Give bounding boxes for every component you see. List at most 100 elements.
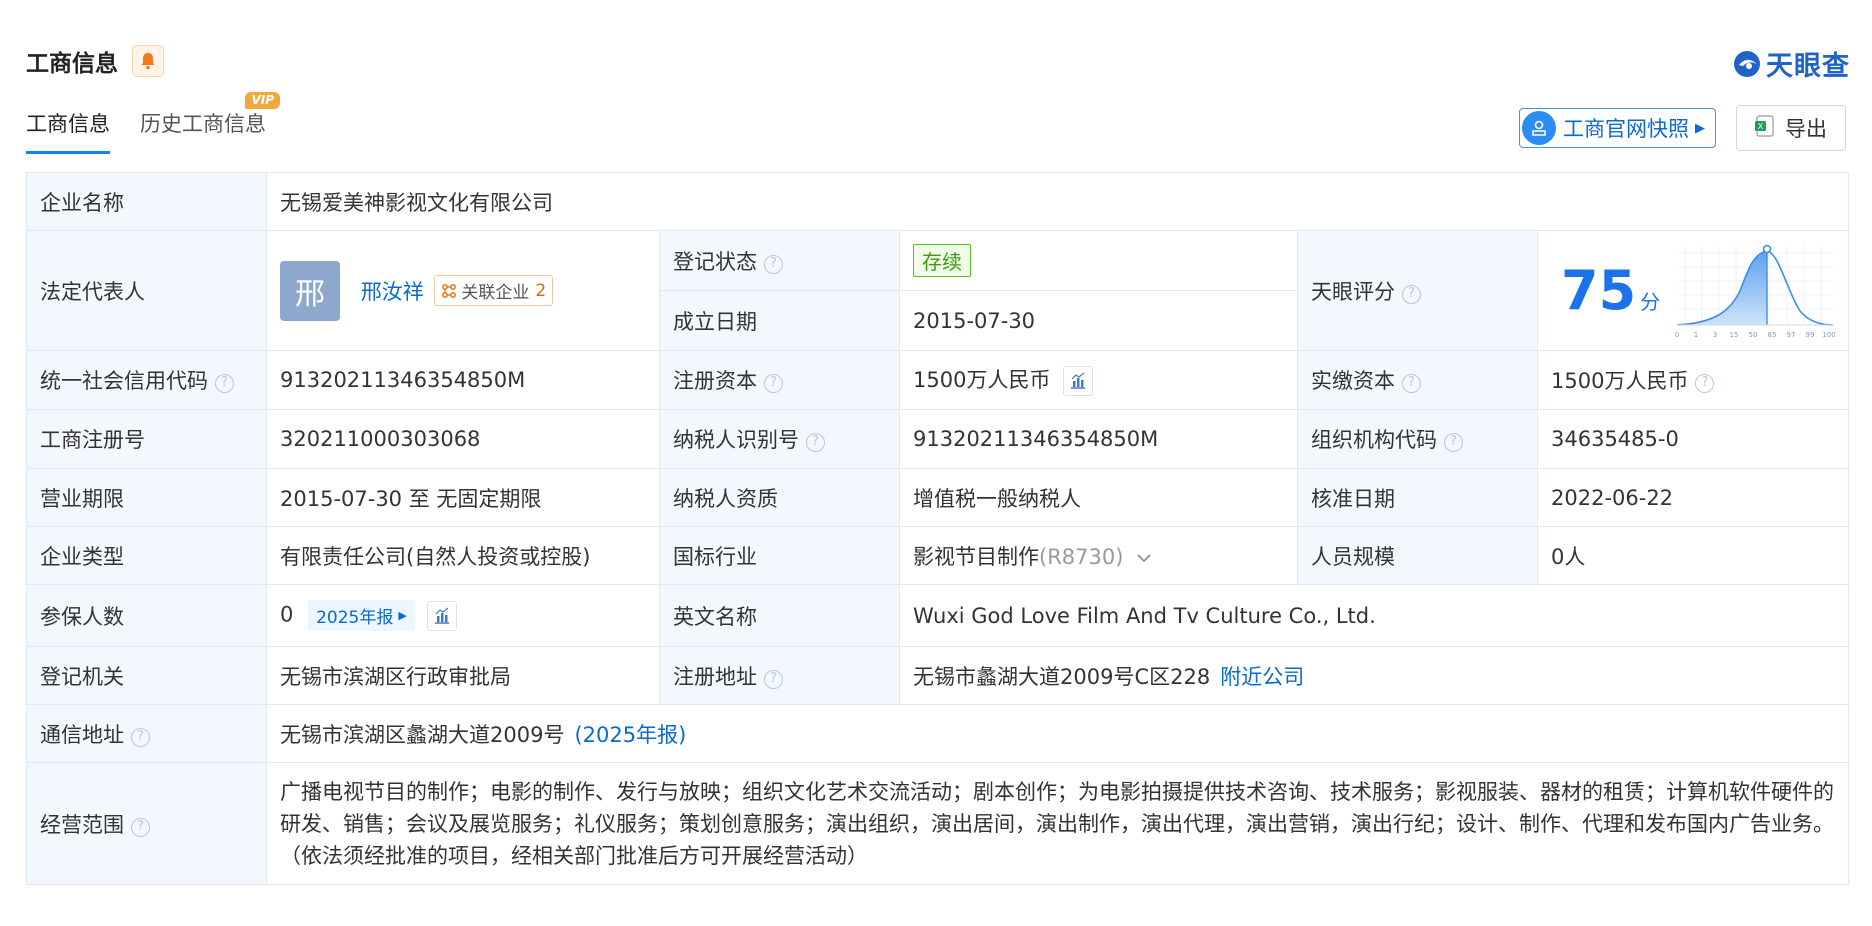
bar-chart-icon [435, 607, 450, 624]
tab-label: 工商信息 [26, 112, 110, 136]
help-icon[interactable]: ? [1402, 374, 1421, 393]
business-info-table: 企业名称 无锡爱美神影视文化有限公司 法定代表人 邢 邢汝祥 关联企业 2 登记… [26, 172, 1849, 885]
biz-scope-value: 广播电视节目的制作；电影的制作、发行与放映；组织文化艺术交流活动；剧本创作；为电… [266, 762, 1849, 885]
mail-address-value: 无锡市滨湖区蠡湖大道2009号 [280, 722, 565, 747]
industry-value: 影视节目制作 [913, 544, 1039, 569]
table-row: 工商注册号 320211000303068 纳税人识别号? 9132021134… [26, 409, 1849, 469]
insured-label: 参保人数 [26, 584, 267, 647]
related-companies-button[interactable]: 关联企业 2 [434, 275, 554, 306]
label-text: 天眼评分 [1311, 279, 1395, 304]
credit-code-label: 统一社会信用代码? [26, 350, 267, 410]
related-label: 关联企业 [461, 283, 530, 303]
svg-text:X: X [1758, 122, 1764, 131]
tab-label: 历史工商信息 [140, 112, 266, 136]
approve-date-label: 核准日期 [1297, 468, 1538, 527]
tick-label: 15 [1730, 331, 1739, 339]
help-icon[interactable]: ? [806, 433, 825, 452]
brand-name: 天眼查 [1766, 51, 1850, 82]
taxpayer-id-value: 91320211346354850M [899, 409, 1298, 469]
score-distribution-chart[interactable]: 0 1 3 15 50 85 97 99 100 [1675, 241, 1835, 341]
org-code-label: 组织机构代码? [1297, 409, 1538, 469]
english-name-label: 英文名称 [659, 584, 900, 647]
insured-chart-button[interactable] [427, 600, 458, 631]
tianyan-score-cell: 75 分 0 1 3 15 50 85 97 99 100 [1537, 230, 1849, 351]
reg-authority-label: 登记机关 [26, 646, 267, 705]
tick-label: 97 [1787, 331, 1796, 339]
tianyan-score-label: 天眼评分? [1297, 230, 1538, 351]
tick-label: 3 [1713, 331, 1717, 339]
stamp-icon [1522, 111, 1556, 145]
network-icon [442, 283, 457, 298]
score-value: 75 分 [1561, 263, 1661, 318]
mail-report-link[interactable]: (2025年报) [574, 723, 686, 747]
help-icon[interactable]: ? [764, 254, 783, 274]
action-bar: 工商官网快照 ▶ X 导出 [1519, 105, 1846, 151]
status-badge: 存续 [913, 244, 971, 277]
help-icon[interactable]: ? [1695, 374, 1715, 393]
reg-capital-label: 注册资本? [659, 350, 900, 410]
help-icon[interactable]: ? [131, 727, 150, 747]
reg-no-value: 320211000303068 [266, 409, 660, 469]
vip-badge: VIP [245, 92, 280, 109]
tab-history-business-info[interactable]: 历史工商信息 VIP [140, 92, 280, 154]
taxpayer-qual-label: 纳税人资质 [659, 468, 900, 527]
reg-status-cell: 存续 [899, 230, 1298, 291]
staff-size-value: 0人 [1537, 526, 1849, 585]
export-label: 导出 [1785, 117, 1827, 141]
paid-capital-value: 1500万人民币 [1551, 369, 1689, 393]
paid-capital-cell: 1500万人民币? [1537, 350, 1849, 410]
help-icon[interactable]: ? [1402, 284, 1421, 304]
found-date-value: 2015-07-30 [899, 290, 1298, 351]
label-text: 统一社会信用代码 [40, 369, 208, 393]
help-icon[interactable]: ? [764, 374, 783, 393]
found-date-label: 成立日期 [659, 290, 900, 351]
avatar[interactable]: 邢 [280, 260, 340, 321]
biz-term-label: 营业期限 [26, 468, 267, 527]
company-name-label: 企业名称 [26, 172, 267, 231]
table-row: 营业期限 2015-07-30 至 无固定期限 纳税人资质 增值税一般纳税人 核… [26, 468, 1849, 527]
org-code-value: 34635485-0 [1537, 409, 1849, 469]
score-number: 75 [1561, 258, 1637, 322]
staff-size-label: 人员规模 [1297, 526, 1538, 585]
capital-chart-button[interactable] [1063, 366, 1094, 396]
label-text: 通信地址 [40, 722, 124, 747]
section-title: 工商信息 [26, 51, 118, 77]
help-icon[interactable]: ? [1444, 433, 1463, 452]
help-icon[interactable]: ? [215, 374, 234, 393]
legal-rep-label: 法定代表人 [26, 230, 267, 351]
help-icon[interactable]: ? [764, 669, 783, 689]
biz-term-value: 2015-07-30 至 无固定期限 [266, 468, 660, 527]
tick-label: 0 [1675, 331, 1679, 339]
help-icon[interactable]: ? [131, 817, 150, 837]
reg-capital-value: 1500万人民币 [913, 368, 1051, 392]
tick-label: 1 [1694, 331, 1698, 339]
mail-address-cell: 无锡市滨湖区蠡湖大道2009号 (2025年报) [266, 704, 1849, 763]
official-snapshot-button[interactable]: 工商官网快照 ▶ [1519, 108, 1716, 148]
label-text: 注册资本 [673, 369, 757, 393]
industry-cell[interactable]: 影视节目制作(R8730) [899, 526, 1298, 585]
legal-rep-name-link[interactable]: 邢汝祥 [361, 280, 424, 304]
nearby-companies-link[interactable]: 附近公司 [1220, 665, 1304, 689]
taxpayer-qual-value: 增值税一般纳税人 [899, 468, 1298, 527]
insured-cell: 0 2025年报 ▶ [266, 584, 660, 647]
taxpayer-id-label: 纳税人识别号? [659, 409, 900, 469]
export-button[interactable]: X 导出 [1736, 105, 1846, 151]
label-text: 经营范围 [40, 812, 124, 837]
caret-right-icon: ▶ [1695, 120, 1705, 136]
score-unit: 分 [1640, 289, 1661, 314]
snapshot-label: 工商官网快照 [1563, 117, 1689, 141]
tick-label: 85 [1768, 331, 1777, 339]
tab-bar: 工商信息 历史工商信息 VIP [26, 92, 296, 154]
annual-report-tag[interactable]: 2025年报 ▶ [308, 600, 415, 631]
industry-label: 国标行业 [659, 526, 900, 585]
mail-address-label: 通信地址? [26, 704, 267, 763]
bell-icon[interactable] [132, 45, 164, 77]
table-row: 企业类型 有限责任公司(自然人投资或控股) 国标行业 影视节目制作(R8730)… [26, 526, 1849, 585]
label-text: 登记状态 [673, 249, 757, 274]
english-name-value: Wuxi God Love Film And Tv Culture Co., L… [899, 584, 1849, 647]
chevron-down-icon[interactable] [1136, 552, 1152, 564]
label-text: 实缴资本 [1311, 369, 1395, 393]
tab-business-info[interactable]: 工商信息 [26, 108, 110, 154]
legal-rep-cell: 邢 邢汝祥 关联企业 2 [266, 230, 660, 351]
label-text: 组织机构代码 [1311, 428, 1437, 452]
